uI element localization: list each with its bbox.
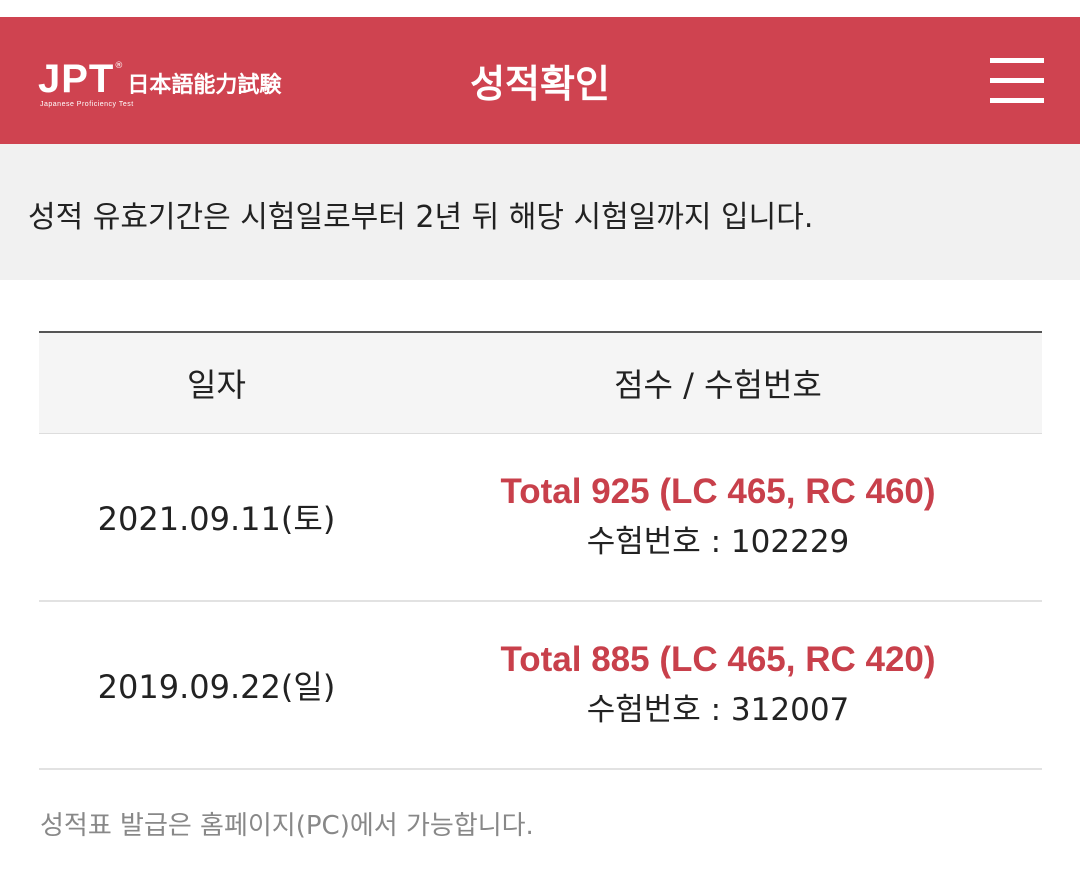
score-cell: Total 885 (LC 465, RC 420) 수험번호 : 312007 <box>394 602 1042 768</box>
validity-notice: 성적 유효기간은 시험일로부터 2년 뒤 해당 시험일까지 입니다. <box>0 144 1080 280</box>
certificate-notice: 성적표 발급은 홈페이지(PC)에서 가능합니다. <box>40 811 534 841</box>
jpt-logo[interactable]: JPT ® 日本語能力試験 Japanese Proficiency Test <box>38 57 338 137</box>
date-cell: 2021.09.11(토) <box>39 434 394 600</box>
table-row: 2021.09.11(토) Total 925 (LC 465, RC 460)… <box>39 434 1042 602</box>
header-date-label: 일자 <box>187 366 246 404</box>
menu-bar-line <box>990 58 1044 63</box>
hamburger-menu-icon[interactable] <box>990 56 1044 106</box>
header-cell-date: 일자 <box>39 333 394 433</box>
logo-main: JPT ® 日本語能力試験 <box>38 57 338 101</box>
exam-number: 수험번호 : 312007 <box>586 692 850 728</box>
logo-text: JPT <box>38 57 115 101</box>
exam-number: 수험번호 : 102229 <box>586 524 850 560</box>
status-bar-spacer <box>0 0 1080 17</box>
score-cell: Total 925 (LC 465, RC 460) 수험번호 : 102229 <box>394 434 1042 600</box>
table-header: 일자 점수 / 수험번호 <box>39 331 1042 434</box>
total-score: Total 925 (LC 465, RC 460) <box>500 472 936 511</box>
header-score-label: 점수 / 수험번호 <box>614 366 822 404</box>
table-row: 2019.09.22(일) Total 885 (LC 465, RC 420)… <box>39 602 1042 770</box>
menu-bar-line <box>990 98 1044 103</box>
logo-subtitle: Japanese Proficiency Test <box>40 101 134 108</box>
date-cell: 2019.09.22(일) <box>39 602 394 768</box>
header-cell-score: 점수 / 수험번호 <box>394 333 1042 433</box>
exam-date: 2019.09.22(일) <box>97 668 336 706</box>
menu-bar-line <box>990 78 1044 83</box>
logo-registered-mark: ® <box>114 61 124 71</box>
logo-kanji: 日本語能力試験 <box>127 73 282 98</box>
score-table: 일자 점수 / 수험번호 2021.09.11(토) Total 925 (LC… <box>39 331 1042 770</box>
exam-date: 2021.09.11(토) <box>97 500 336 538</box>
total-score: Total 885 (LC 465, RC 420) <box>500 640 936 679</box>
app-header: JPT ® 日本語能力試験 Japanese Proficiency Test … <box>0 17 1080 144</box>
